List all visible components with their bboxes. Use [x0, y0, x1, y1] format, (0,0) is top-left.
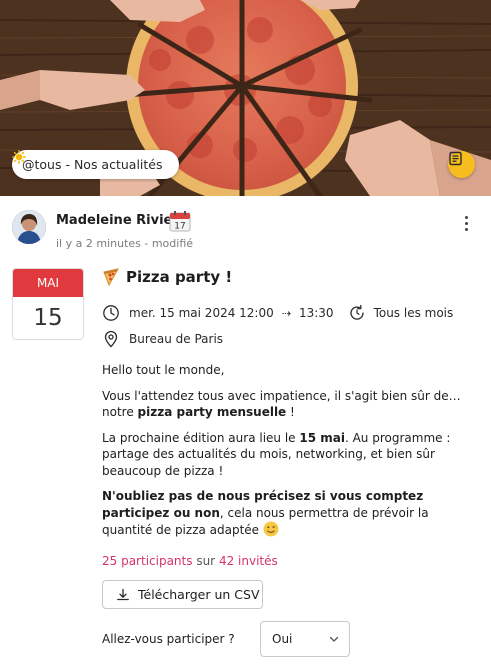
chevron-down-icon	[329, 636, 339, 642]
note-button[interactable]	[448, 151, 475, 178]
post-time: il y a 2 minutes	[56, 237, 141, 250]
event-end: 13:30	[298, 306, 334, 320]
post-meta: il y a 2 minutes - modifié	[56, 237, 193, 250]
event-location-row: Bureau de Paris	[102, 330, 223, 348]
calendar-emoji-icon: 17	[169, 210, 191, 232]
event-location: Bureau de Paris	[129, 332, 224, 346]
desc-bold: pizza party mensuelle	[137, 405, 287, 419]
desc-greeting: Hello tout le monde,	[102, 363, 225, 377]
event-start: mer. 15 mai 2024 12:00	[129, 306, 274, 320]
time-range-arrow: ⇢	[281, 306, 291, 320]
svg-text:17: 17	[174, 222, 185, 232]
avatar[interactable]	[12, 210, 46, 244]
participants-count-link[interactable]: 25 participants	[102, 554, 193, 568]
event-title-text: Pizza party !	[126, 268, 233, 286]
event-time-row: mer. 15 mai 2024 12:00 ⇢ 13:30 Tous les …	[102, 304, 453, 322]
post-author: Madeleine Riviera 17 il y a 2 minutes - …	[12, 210, 482, 256]
desc-paragraph: N'oubliez pas de nous précisez si vous c…	[102, 488, 480, 542]
edited-flag: - modifié	[144, 237, 194, 250]
recurrence-icon	[349, 304, 364, 320]
rsvp-question: Allez-vous participer ?	[102, 632, 235, 646]
hero-image: @tous - Nos actualités	[0, 0, 491, 196]
recurrence-label: Tous les mois	[373, 306, 454, 320]
desc-paragraph: Vous l'attendez tous avec impatience, il…	[102, 388, 480, 421]
download-csv-label: Télécharger un CSV	[138, 587, 260, 602]
participants-summary: 25 participants sur 42 invités	[102, 554, 278, 568]
download-csv-button[interactable]: Télécharger un CSV	[102, 580, 263, 609]
channel-label: @tous - Nos actualités	[22, 157, 163, 172]
invited-count-link[interactable]: 42 invités	[219, 554, 278, 568]
desc-text: La prochaine édition aura lieu le	[102, 430, 300, 445]
more-options-button[interactable]	[460, 212, 472, 234]
note-icon	[449, 151, 462, 166]
wink-emoji-icon	[263, 521, 279, 542]
author-name[interactable]: Madeleine Riviera	[56, 213, 188, 228]
event-description: Hello tout le monde, Vous l'attendez tou…	[102, 362, 480, 551]
rsvp-value: Oui	[272, 632, 293, 646]
rsvp-select[interactable]: Oui	[260, 621, 350, 657]
participants-sep: sur	[196, 554, 216, 568]
channel-tag[interactable]: @tous - Nos actualités	[12, 150, 179, 179]
desc-text: !	[286, 405, 295, 419]
clock-icon	[103, 305, 119, 321]
event-date-card: MAI 15	[12, 268, 84, 340]
event-month: MAI	[13, 269, 83, 297]
event-day: 15	[33, 305, 63, 331]
pizza-emoji-icon	[103, 268, 119, 286]
download-icon	[117, 588, 129, 600]
event-title: Pizza party !	[102, 268, 232, 286]
event-recurrence: Tous les mois	[348, 304, 454, 322]
desc-bold: 15 mai	[299, 430, 345, 445]
desc-paragraph: La prochaine édition aura lieu le 15 mai…	[102, 430, 480, 480]
location-pin-icon	[104, 330, 118, 348]
